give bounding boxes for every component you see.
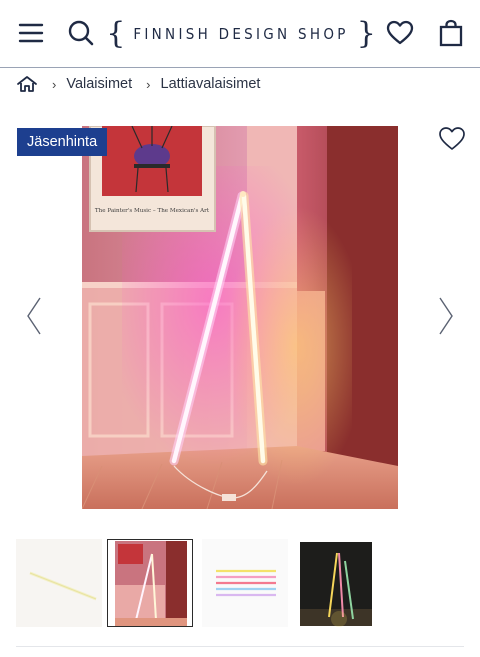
heart-icon[interactable] (385, 18, 415, 48)
site-header: { FINNISH DESIGN SHOP } (0, 0, 480, 68)
thumb-lamps-dark-room[interactable] (297, 539, 383, 627)
brand-logo[interactable]: { FINNISH DESIGN SHOP } (106, 19, 376, 49)
breadcrumb-separator: › (52, 76, 57, 92)
thumb-lamp-white-background[interactable] (16, 539, 102, 627)
divider (16, 646, 464, 647)
chevron-right-icon[interactable] (437, 296, 455, 336)
home-icon[interactable] (16, 75, 38, 93)
chevron-left-icon[interactable] (25, 296, 43, 336)
breadcrumb-separator: › (146, 76, 151, 92)
heart-outline-icon[interactable] (438, 126, 466, 154)
poster-caption: The Painter's Music – The Mexican's Art (95, 208, 210, 214)
menu-icon[interactable] (16, 18, 46, 48)
thumbnail-strip (16, 539, 476, 627)
logo-brace-right: } (356, 16, 376, 51)
thumb-lamp-corner-room[interactable] (107, 539, 193, 627)
shopping-bag-icon[interactable] (436, 18, 466, 48)
logo-brace-left: { (106, 16, 126, 51)
breadcrumb-item-valaisimet[interactable]: Valaisimet (66, 76, 132, 92)
breadcrumb-item-lattiavalaisimet[interactable]: Lattiavalaisimet (161, 76, 261, 92)
product-image[interactable]: The Painter's Music – The Mexican's Art (82, 126, 398, 509)
search-icon[interactable] (66, 18, 96, 48)
breadcrumb: › Valaisimet › Lattiavalaisimet (16, 74, 260, 94)
member-price-badge: Jäsenhinta (17, 128, 108, 156)
brand-name: FINNISH DESIGN SHOP (133, 25, 349, 43)
thumb-colored-tubes[interactable] (202, 539, 288, 627)
